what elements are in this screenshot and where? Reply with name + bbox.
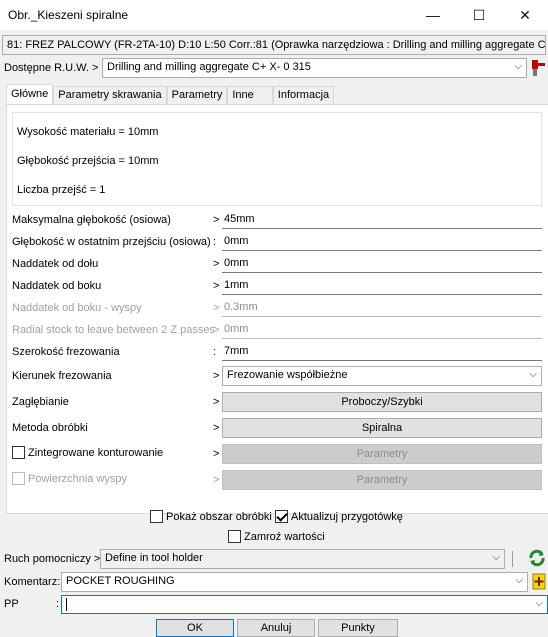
tab-info[interactable]: Informacja: [272, 86, 335, 105]
plunge-label: Zagłębianie: [12, 396, 69, 408]
freeze-row[interactable]: Zamroź wartości: [228, 530, 325, 543]
show-area-row[interactable]: Pokaż obszar obróbki: [150, 510, 272, 523]
tool-holder-icon[interactable]: [530, 59, 546, 77]
method-label: Metoda obróbki: [12, 422, 88, 434]
chevron-down-icon: ⌵: [529, 369, 537, 380]
contour-sep[interactable]: >: [213, 448, 219, 460]
plunge-button[interactable]: Proboczy/Szybki: [222, 392, 542, 412]
ruw-select[interactable]: Drilling and milling aggregate C+ X- 0 3…: [102, 58, 527, 78]
method-sep[interactable]: >: [213, 422, 219, 434]
pp-sep: :: [56, 598, 60, 610]
window-title: Obr._Kieszeni spiralne: [8, 8, 129, 22]
tab-cutting-params[interactable]: Parametry skrawania: [53, 86, 167, 105]
last-pass-depth-field[interactable]: 0mm: [222, 233, 542, 251]
tab-params[interactable]: Parametry: [166, 86, 228, 105]
contour-label: Zintegrowane konturowanie: [28, 446, 164, 459]
direction-label: Kierunek frezowania: [12, 370, 112, 382]
comment-label: Komentarz:: [4, 576, 61, 588]
bottom-stock-sep[interactable]: >: [213, 258, 219, 270]
chevron-down-icon: ⌵: [514, 61, 522, 72]
island-checkbox: [12, 472, 25, 485]
island-label: Powierzchnia wyspy: [28, 472, 128, 485]
chevron-down-icon: ⌵: [535, 598, 543, 609]
bottom-stock-label: Naddatek od dołu: [12, 258, 99, 270]
direction-sep[interactable]: >: [213, 370, 219, 382]
close-icon: ✕: [519, 6, 531, 23]
freeze-label: Zamroź wartości: [244, 530, 325, 543]
ruw-value: Drilling and milling aggregate C+ X- 0 3…: [107, 61, 311, 73]
show-area-label: Pokaż obszar obróbki: [166, 510, 272, 523]
info-box: Wysokość materiału = 10mm Głębokość prze…: [12, 112, 542, 206]
update-prep-label: Aktualizuj przygotówkę: [291, 510, 403, 523]
add-comment-icon[interactable]: [532, 573, 546, 590]
separator: [512, 551, 513, 567]
info-line: Liczba przejść = 1: [17, 184, 106, 196]
ok-button[interactable]: OK: [156, 619, 234, 637]
update-prep-checkbox[interactable]: [275, 510, 288, 523]
milling-width-field[interactable]: 7mm: [222, 343, 542, 361]
maximize-icon: ☐: [472, 6, 486, 23]
side-stock-field[interactable]: 1mm: [222, 277, 542, 295]
milling-width-sep: :: [213, 346, 217, 358]
island-stock-field: 0.3mm: [222, 299, 542, 317]
aux-value: Define in tool holder: [105, 552, 203, 564]
side-stock-sep[interactable]: >: [213, 280, 219, 292]
tab-other[interactable]: Inne: [227, 86, 273, 105]
max-depth-sep[interactable]: >: [213, 214, 219, 226]
tab-main[interactable]: Główne: [6, 84, 54, 105]
side-stock-label: Naddatek od boku: [12, 280, 102, 292]
island-checkbox-row: Powierzchnia wyspy: [12, 472, 127, 485]
cancel-button[interactable]: Anuluj: [237, 619, 315, 637]
update-prep-row[interactable]: Aktualizuj przygotówkę: [275, 510, 403, 523]
maximize-button[interactable]: ☐: [456, 0, 502, 30]
plunge-sep[interactable]: >: [213, 396, 219, 408]
title-bar: Obr._Kieszeni spiralne — ☐ ✕: [0, 0, 548, 30]
radial-stock-field: 0mm: [222, 321, 542, 339]
points-button[interactable]: Punkty: [318, 619, 398, 637]
island-stock-label: Naddatek od boku - wyspy: [12, 302, 142, 314]
minimize-icon: —: [426, 7, 440, 23]
aux-label: Ruch pomocniczy >: [4, 553, 101, 565]
direction-value: Frezowanie współbieżne: [227, 369, 348, 381]
radial-stock-label: Radial stock to leave between 2 Z passes: [12, 324, 216, 336]
show-area-checkbox[interactable]: [150, 510, 163, 523]
bottom-stock-field[interactable]: 0mm: [222, 255, 542, 273]
refresh-icon[interactable]: [528, 549, 546, 567]
close-button[interactable]: ✕: [502, 0, 548, 30]
pp-label: PP: [4, 598, 19, 610]
method-button[interactable]: Spiralna: [222, 418, 542, 438]
freeze-checkbox[interactable]: [228, 530, 241, 543]
pp-field[interactable]: ⌵: [61, 595, 548, 614]
chevron-down-icon: ⌵: [515, 575, 523, 586]
contour-checkbox-row[interactable]: Zintegrowane konturowanie: [12, 446, 163, 459]
info-line: Wysokość materiału = 10mm: [17, 126, 159, 138]
aux-select[interactable]: Define in tool holder ⌵: [100, 549, 505, 569]
max-depth-label: Maksymalna głębokość (osiowa): [12, 214, 171, 226]
last-pass-depth-sep: :: [213, 236, 217, 248]
text-cursor: [66, 598, 67, 611]
direction-select[interactable]: Frezowanie współbieżne ⌵: [222, 366, 542, 386]
minimize-button[interactable]: —: [410, 0, 456, 30]
contour-checkbox[interactable]: [12, 446, 25, 459]
island-sep: >: [213, 474, 220, 486]
comment-field[interactable]: POCKET ROUGHING ⌵: [61, 572, 528, 592]
max-depth-field[interactable]: 45mm: [222, 211, 542, 229]
island-params-button: Parametry: [222, 470, 542, 490]
island-stock-sep: >: [213, 302, 220, 314]
ruw-label: Dostępne R.U.W. >: [4, 62, 99, 74]
tab-strip: Główne Parametry skrawania Parametry Inn…: [6, 84, 335, 105]
comment-value: POCKET ROUGHING: [66, 575, 175, 587]
last-pass-depth-label: Głębokość w ostatnim przejściu (osiowa): [12, 236, 211, 248]
milling-width-label: Szerokość frezowania: [12, 346, 120, 358]
contour-params-button: Parametry: [222, 444, 542, 464]
info-line: Głębokość przejścia = 10mm: [17, 155, 159, 167]
radial-stock-sep: >: [213, 324, 220, 336]
tool-description[interactable]: 81: FREZ PALCOWY (FR-2TA-10) D:10 L:50 C…: [2, 35, 546, 55]
chevron-down-icon: ⌵: [492, 552, 500, 563]
